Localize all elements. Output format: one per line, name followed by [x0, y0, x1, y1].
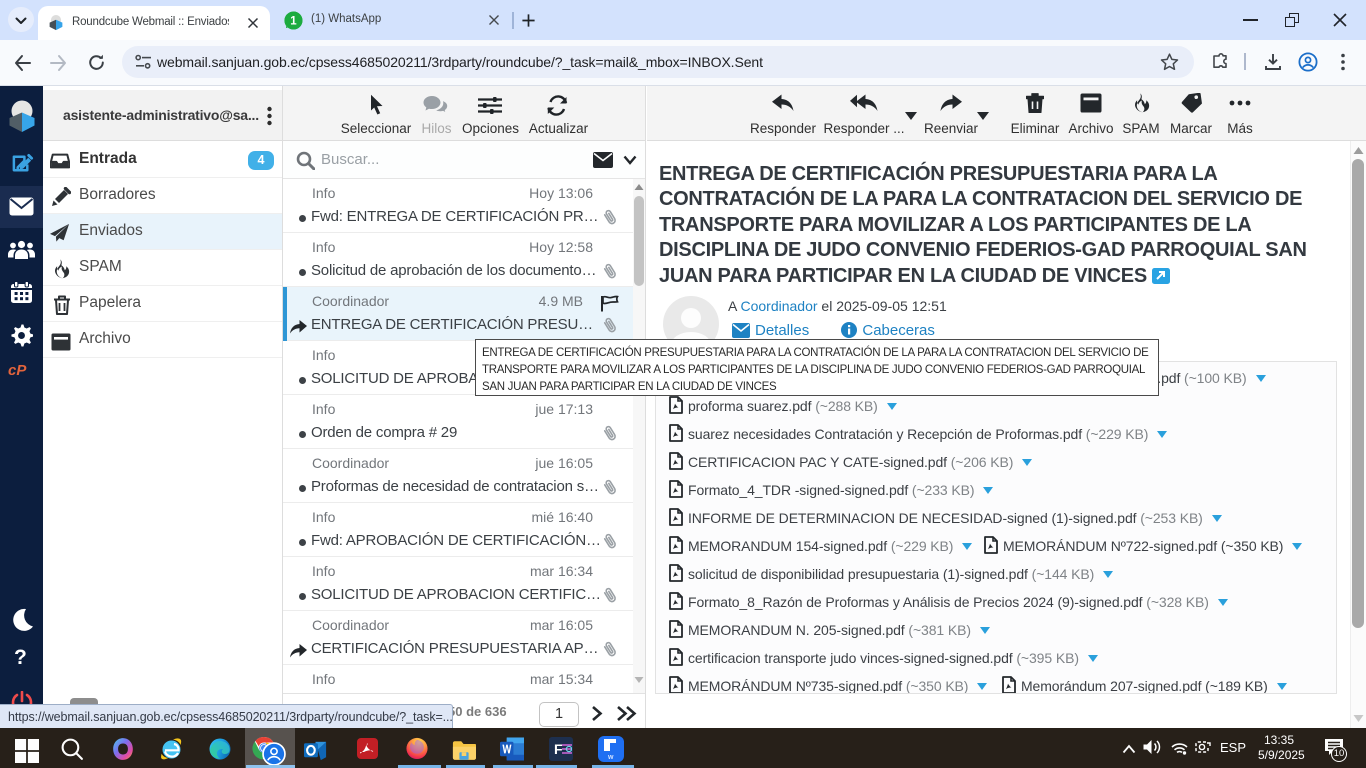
svg-text:1: 1 — [290, 16, 297, 28]
